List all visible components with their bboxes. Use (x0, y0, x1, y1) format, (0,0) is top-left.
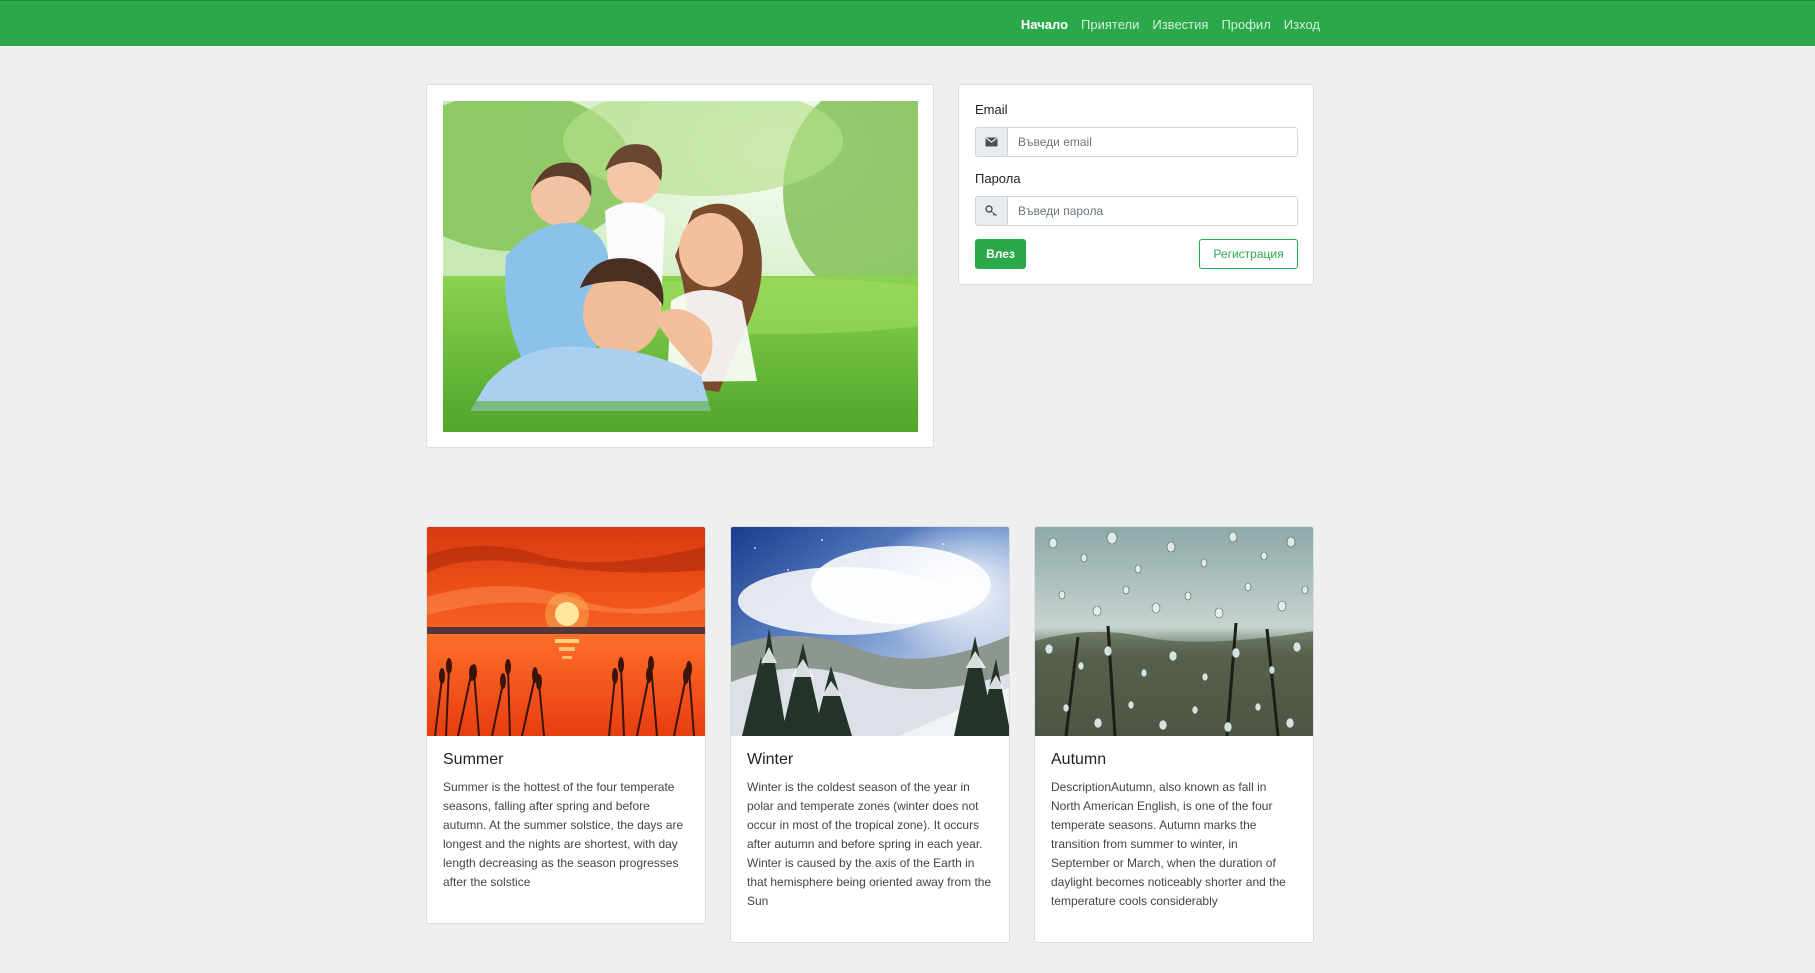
snowy-forest-photo-icon (731, 527, 1009, 736)
season-description: Winter is the coldest season of the year… (747, 780, 992, 908)
season-title: Summer (443, 751, 504, 768)
email-input[interactable] (1008, 128, 1297, 156)
nav-home[interactable]: Начало (1021, 17, 1068, 32)
nav-logout[interactable]: Изход (1284, 17, 1320, 32)
email-field-group (975, 127, 1298, 157)
password-input[interactable] (1008, 197, 1297, 225)
season-card-body: Autumn DescriptionAutumn, also known as … (1035, 736, 1313, 911)
rainy-window-photo (1035, 527, 1313, 736)
season-title: Autumn (1051, 751, 1107, 768)
season-card-body: Winter Winter is the coldest season of t… (731, 736, 1009, 911)
family-photo-icon (443, 101, 918, 432)
key-icon (976, 197, 1008, 225)
season-description: DescriptionAutumn, also known as fall in… (1051, 780, 1286, 908)
sunset-photo (427, 527, 705, 736)
email-label: Email (975, 102, 1008, 117)
hero-card (426, 84, 934, 448)
season-card-autumn: Autumn DescriptionAutumn, also known as … (1034, 526, 1314, 943)
nav-notifications[interactable]: Известия (1152, 17, 1208, 32)
login-card: Email Парола Влез Регистрация (958, 84, 1314, 285)
snowy-forest-photo (731, 527, 1009, 736)
nav-friends[interactable]: Приятели (1081, 17, 1139, 32)
login-button[interactable]: Влез (975, 239, 1026, 269)
sunset-photo-icon (427, 527, 705, 736)
top-navbar: Начало Приятели Известия Профил Изход (0, 0, 1815, 46)
register-button[interactable]: Регистрация (1199, 239, 1298, 269)
season-card-body: Summer Summer is the hottest of the four… (427, 736, 705, 892)
main-nav: Начало Приятели Известия Профил Изход (1021, 1, 1320, 47)
season-card-summer: Summer Summer is the hottest of the four… (426, 526, 706, 924)
rainy-window-photo-icon (1035, 527, 1313, 736)
family-photo (443, 101, 918, 432)
season-card-winter: Winter Winter is the coldest season of t… (730, 526, 1010, 943)
password-label: Парола (975, 171, 1021, 186)
key-icon (984, 205, 997, 216)
season-description: Summer is the hottest of the four temper… (443, 780, 684, 889)
season-title: Winter (747, 751, 794, 768)
nav-profile[interactable]: Профил (1221, 17, 1270, 32)
password-field-group (975, 196, 1298, 226)
envelope-icon (976, 128, 1008, 156)
envelope-icon (985, 137, 998, 147)
